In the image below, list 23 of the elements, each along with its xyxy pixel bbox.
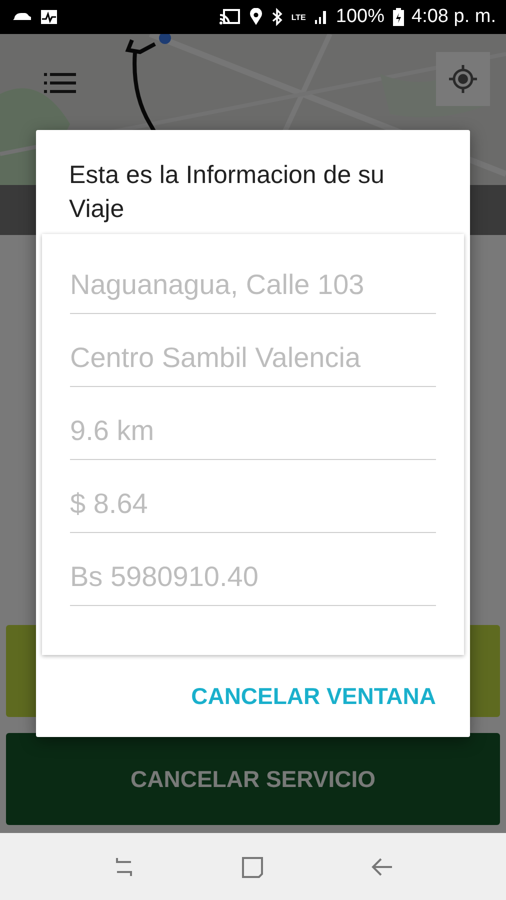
input-field[interactable]: $ 8.64 (70, 475, 436, 533)
info-bar (470, 185, 506, 235)
cast-icon (219, 8, 242, 26)
my-location-button[interactable] (436, 52, 490, 106)
clock: 4:08 p. m. (412, 6, 496, 28)
cancel-window-button[interactable]: CANCELAR VENTANA (183, 676, 444, 716)
car-icon (12, 12, 32, 22)
bluetooth-icon (271, 8, 284, 26)
battery-percent: 100% (336, 6, 384, 28)
cancel-service-button[interactable]: CANCELAR SERVICIO (6, 733, 500, 825)
input-field[interactable]: Naguanagua, Calle 103 (70, 256, 436, 314)
battery-charging-icon (392, 8, 404, 26)
input-field[interactable]: 9.6 km (70, 402, 436, 460)
input-field[interactable]: Centro Sambil Valencia (70, 329, 436, 387)
dialog-title: Esta es la Informacion de su Viaje (69, 160, 386, 225)
signal-icon (314, 9, 328, 25)
crosshair-icon (447, 63, 479, 95)
input-field[interactable]: Bs 5980910.40 (70, 548, 436, 606)
network-type: LTE (291, 12, 306, 22)
menu-icon[interactable] (44, 72, 76, 94)
activity-icon (40, 9, 58, 25)
info-bar (0, 185, 36, 235)
location-pin-icon (249, 8, 264, 26)
